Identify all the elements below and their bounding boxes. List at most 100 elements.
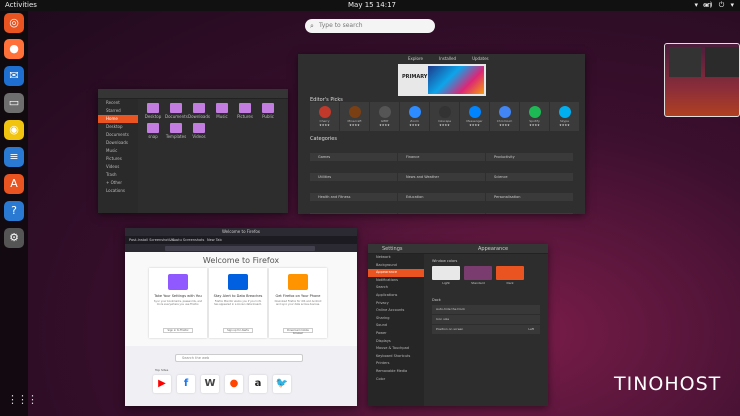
category-button[interactable]: Games [310, 153, 397, 161]
settings-sidebar-item[interactable]: Removable Media [368, 368, 424, 376]
files-icon[interactable]: ▭ [4, 93, 24, 113]
help-icon[interactable]: ? [4, 201, 24, 221]
software-icon[interactable]: A [4, 174, 24, 194]
folder-item[interactable]: Music [211, 103, 233, 119]
software-tab[interactable]: Updates [472, 56, 489, 61]
software-window[interactable]: Explore Installed Updates PRIMARY Editor's… [298, 54, 585, 214]
settings-sidebar-item[interactable]: Color [368, 376, 424, 384]
folder-item[interactable]: Pictures [234, 103, 256, 119]
category-button[interactable]: Security [486, 213, 573, 214]
firefox-icon[interactable]: ● [4, 39, 24, 59]
firefox-window[interactable]: Welcome to Firefox Post-Install Screensh… [125, 228, 357, 406]
settings-sidebar-item[interactable]: Sound [368, 322, 424, 330]
settings-sidebar-item[interactable]: Applications [368, 292, 424, 300]
settings-sidebar-item[interactable]: Displays [368, 338, 424, 346]
ubuntu-logo-icon[interactable]: ◎ [4, 13, 24, 33]
rhythmbox-icon[interactable]: ◉ [4, 120, 24, 140]
app-tile[interactable]: Chromium ★★★★ [490, 102, 519, 131]
theme-option[interactable]: Light [432, 266, 460, 286]
settings-sidebar-item[interactable]: Mouse & Touchpad [368, 345, 424, 353]
folder-item[interactable]: Documents [165, 103, 188, 119]
settings-window[interactable]: Settings Appearance Network Background App… [368, 244, 548, 406]
category-button[interactable]: Education [398, 193, 485, 201]
clock[interactable]: May 15 14:17 [348, 1, 396, 9]
app-tile[interactable]: GIMP ★★★★ [370, 102, 399, 131]
category-button[interactable]: News and Weather [398, 173, 485, 181]
category-button[interactable]: Productivity [486, 153, 573, 161]
card-button[interactable]: Download mobile browser [283, 328, 313, 335]
category-button[interactable]: Finance [398, 153, 485, 161]
folder-item[interactable]: Downloads [188, 103, 210, 119]
browser-tab[interactable]: Ubuntu Screenshots [169, 238, 204, 242]
dock-setting-row[interactable]: Icon size [432, 315, 540, 324]
settings-icon[interactable]: ⚙ [4, 228, 24, 248]
settings-sidebar-item[interactable]: Online Accounts [368, 307, 424, 315]
sidebar-item[interactable]: Desktop [98, 123, 138, 131]
app-tile[interactable]: Zoom ★★★★ [400, 102, 429, 131]
browser-tab[interactable]: New Tab [207, 238, 222, 242]
software-tab[interactable]: Installed [439, 56, 456, 61]
sidebar-item[interactable]: Trash [98, 171, 138, 179]
folder-item[interactable]: Videos [188, 123, 210, 139]
settings-sidebar-item[interactable]: Printers [368, 360, 424, 368]
folder-item[interactable]: Desktop [142, 103, 164, 119]
settings-sidebar-item[interactable]: Privacy [368, 300, 424, 308]
app-tile[interactable]: Skype ★★★★ [550, 102, 579, 131]
wikipedia-icon[interactable]: W [201, 375, 219, 393]
settings-sidebar-item[interactable]: Power [368, 330, 424, 338]
twitter-icon[interactable]: 🐦 [273, 375, 291, 393]
folder-item[interactable]: Public [257, 103, 279, 119]
sidebar-item[interactable]: + Other Locations [98, 179, 138, 193]
libreoffice-writer-icon[interactable]: ≡ [4, 147, 24, 167]
web-search-input[interactable]: Search the web [175, 354, 303, 362]
dock-setting-row[interactable]: Auto-hide the Dock [432, 305, 540, 314]
theme-option[interactable]: Standard [464, 266, 492, 286]
category-button[interactable]: Utilities [310, 173, 397, 181]
dock-setting-row[interactable]: Position on screen Left [432, 325, 540, 334]
url-bar[interactable] [165, 245, 315, 251]
theme-option[interactable]: Dark [496, 266, 524, 286]
folder-item[interactable]: snap [142, 123, 164, 139]
sidebar-item[interactable]: Pictures [98, 155, 138, 163]
sidebar-item[interactable]: Documents [98, 131, 138, 139]
folder-item[interactable]: Templates [165, 123, 187, 139]
sidebar-item[interactable]: Videos [98, 163, 138, 171]
category-button[interactable]: Science [486, 173, 573, 181]
activities-button[interactable]: Activities [5, 1, 37, 9]
app-tile[interactable]: Spotify ★★★★ [520, 102, 549, 131]
card-button[interactable]: Sign in to Firefox [163, 328, 193, 333]
app-tile[interactable]: Minecraft ★★★★ [340, 102, 369, 131]
settings-sidebar-item[interactable]: Network [368, 254, 424, 262]
settings-sidebar-item[interactable]: Notifications [368, 277, 424, 285]
settings-sidebar-item[interactable]: Appearance [368, 269, 424, 277]
sidebar-item[interactable]: Starred [98, 107, 138, 115]
featured-banner[interactable]: PRIMARY [398, 64, 486, 96]
settings-sidebar-item[interactable]: Keyboard Shortcuts [368, 353, 424, 361]
reddit-icon[interactable]: ● [225, 375, 243, 393]
thunderbird-icon[interactable]: ✉ [4, 66, 24, 86]
sidebar-item[interactable]: Downloads [98, 139, 138, 147]
youtube-icon[interactable]: ▶ [153, 375, 171, 393]
sidebar-item[interactable]: Music [98, 147, 138, 155]
search-input[interactable]: ⌕ Type to search [305, 19, 435, 33]
amazon-icon[interactable]: a [249, 375, 267, 393]
settings-sidebar-item[interactable]: Background [368, 262, 424, 270]
card-button[interactable]: Sign up for Alerts [223, 328, 253, 333]
workspace-thumbnail-1[interactable] [664, 43, 740, 117]
facebook-icon[interactable]: f [177, 375, 195, 393]
category-button[interactable]: Devices and IoT [310, 213, 397, 214]
app-tile[interactable]: Inkscape ★★★★ [430, 102, 459, 131]
software-tab[interactable]: Explore [408, 56, 423, 61]
files-window[interactable]: Recent Starred Home Desktop Documents Downloa… [98, 89, 288, 213]
category-button[interactable]: Books and Reference [398, 213, 485, 214]
category-button[interactable]: Health and Fitness [310, 193, 397, 201]
category-button[interactable]: Personalisation [486, 193, 573, 201]
app-tile[interactable]: Messenger ★★★★ [460, 102, 489, 131]
show-applications-icon[interactable]: ⋮⋮⋮ [7, 393, 38, 406]
system-menu[interactable]: ▾ ◂) ⏻ ▾ [695, 1, 736, 10]
settings-sidebar-item[interactable]: Sharing [368, 315, 424, 323]
app-tile[interactable]: Cherry ★★★★ [310, 102, 339, 131]
sidebar-item[interactable]: Home [98, 115, 138, 123]
settings-sidebar-item[interactable]: Search [368, 284, 424, 292]
sidebar-item[interactable]: Recent [98, 99, 138, 107]
